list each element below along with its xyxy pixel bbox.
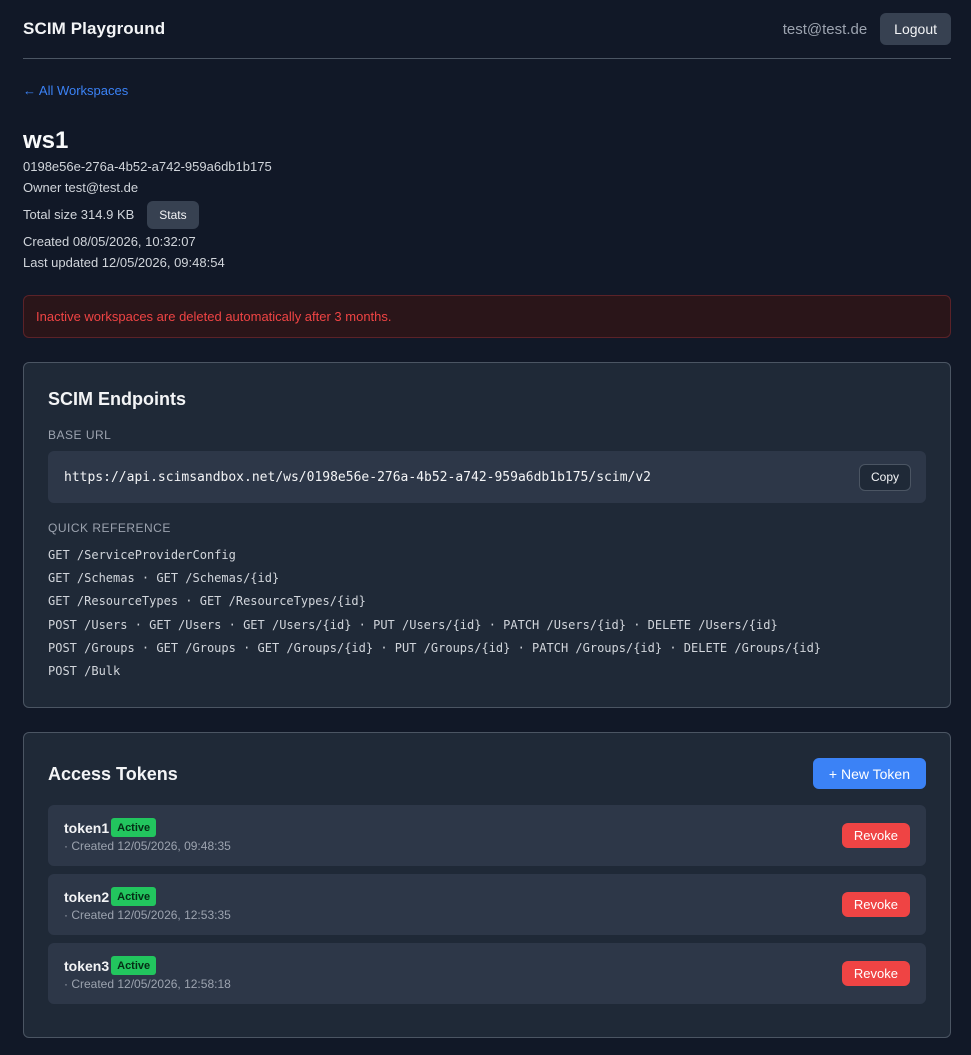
stats-button[interactable]: Stats bbox=[147, 200, 199, 229]
quick-reference-list: GET /ServiceProviderConfig GET /Schemas … bbox=[48, 544, 821, 683]
workspace-total-size: Total size 314.9 KB bbox=[23, 207, 135, 222]
token-list: token1 Active · Created 12/05/2026, 09:4… bbox=[48, 805, 926, 1012]
base-url-label: BASE URL bbox=[48, 428, 112, 442]
token-header: token2 Active bbox=[64, 887, 157, 906]
token-header: token3 Active bbox=[64, 956, 157, 975]
workspace-info: ws1 0198e56e-276a-4b52-a742-959a6db1b175… bbox=[23, 126, 272, 273]
quick-reference-line: GET /ServiceProviderConfig bbox=[48, 548, 236, 562]
scim-endpoints-title: SCIM Endpoints bbox=[48, 389, 186, 409]
workspace-id: 0198e56e-276a-4b52-a742-959a6db1b175 bbox=[23, 159, 272, 174]
header-user-area: test@test.de Logout bbox=[783, 13, 951, 45]
token-name: token3 bbox=[64, 957, 110, 974]
revoke-button[interactable]: Revoke bbox=[841, 892, 910, 917]
status-badge: Active bbox=[111, 887, 157, 906]
token-row: token3 Active · Created 12/05/2026, 12:5… bbox=[48, 943, 926, 1004]
token-row: token1 Active · Created 12/05/2026, 09:4… bbox=[48, 805, 926, 866]
new-token-button[interactable]: + New Token bbox=[812, 758, 926, 789]
token-created: · Created 12/05/2026, 12:58:18 bbox=[64, 977, 231, 991]
quick-reference-line: GET /Schemas · GET /Schemas/{id} bbox=[48, 571, 280, 586]
quick-reference-line: GET /ResourceTypes · GET /ResourceTypes/… bbox=[48, 594, 366, 609]
status-badge: Active bbox=[111, 956, 157, 975]
token-name: token1 bbox=[64, 819, 110, 836]
workspace-size-row: Total size 314.9 KB Stats bbox=[23, 198, 272, 231]
base-url-value[interactable]: https://api.scimsandbox.net/ws/0198e56e-… bbox=[64, 470, 651, 485]
quick-reference-line: POST /Users · GET /Users · GET /Users/{i… bbox=[48, 617, 778, 632]
access-tokens-card: Access Tokens + New Token token1 Active … bbox=[23, 732, 951, 1038]
token-header: token1 Active bbox=[64, 818, 157, 837]
status-badge: Active bbox=[111, 818, 157, 837]
token-row: token2 Active · Created 12/05/2026, 12:5… bbox=[48, 874, 926, 935]
access-tokens-title: Access Tokens bbox=[48, 764, 178, 784]
user-email: test@test.de bbox=[782, 20, 868, 38]
base-url-box: https://api.scimsandbox.net/ws/0198e56e-… bbox=[48, 451, 926, 503]
back-to-workspaces-link[interactable]: ← All Workspaces bbox=[23, 83, 128, 98]
logout-button[interactable]: Logout bbox=[880, 13, 951, 45]
inactive-warning-alert: Inactive workspaces are deleted automati… bbox=[23, 295, 951, 338]
quick-reference-label: QUICK REFERENCE bbox=[48, 521, 171, 535]
workspace-owner: Owner test@test.de bbox=[23, 180, 139, 195]
workspace-last-updated: Last updated 12/05/2026, 09:48:54 bbox=[23, 255, 225, 270]
workspace-name: ws1 bbox=[23, 127, 69, 154]
revoke-button[interactable]: Revoke bbox=[841, 823, 910, 848]
app-header: SCIM Playground test@test.de Logout bbox=[23, 0, 951, 59]
quick-reference-line: POST /Bulk bbox=[48, 664, 121, 679]
token-created: · Created 12/05/2026, 12:53:35 bbox=[64, 908, 231, 922]
revoke-button[interactable]: Revoke bbox=[841, 961, 910, 986]
copy-button[interactable]: Copy bbox=[858, 463, 911, 491]
app-title: SCIM Playground bbox=[23, 19, 166, 38]
token-created: · Created 12/05/2026, 09:48:35 bbox=[64, 839, 231, 853]
quick-reference-line: POST /Groups · GET /Groups · GET /Groups… bbox=[48, 640, 822, 655]
scim-endpoints-card: SCIM Endpoints BASE URL https://api.scim… bbox=[23, 362, 951, 708]
workspace-created: Created 08/05/2026, 10:32:07 bbox=[23, 234, 196, 249]
token-name: token2 bbox=[64, 888, 110, 905]
